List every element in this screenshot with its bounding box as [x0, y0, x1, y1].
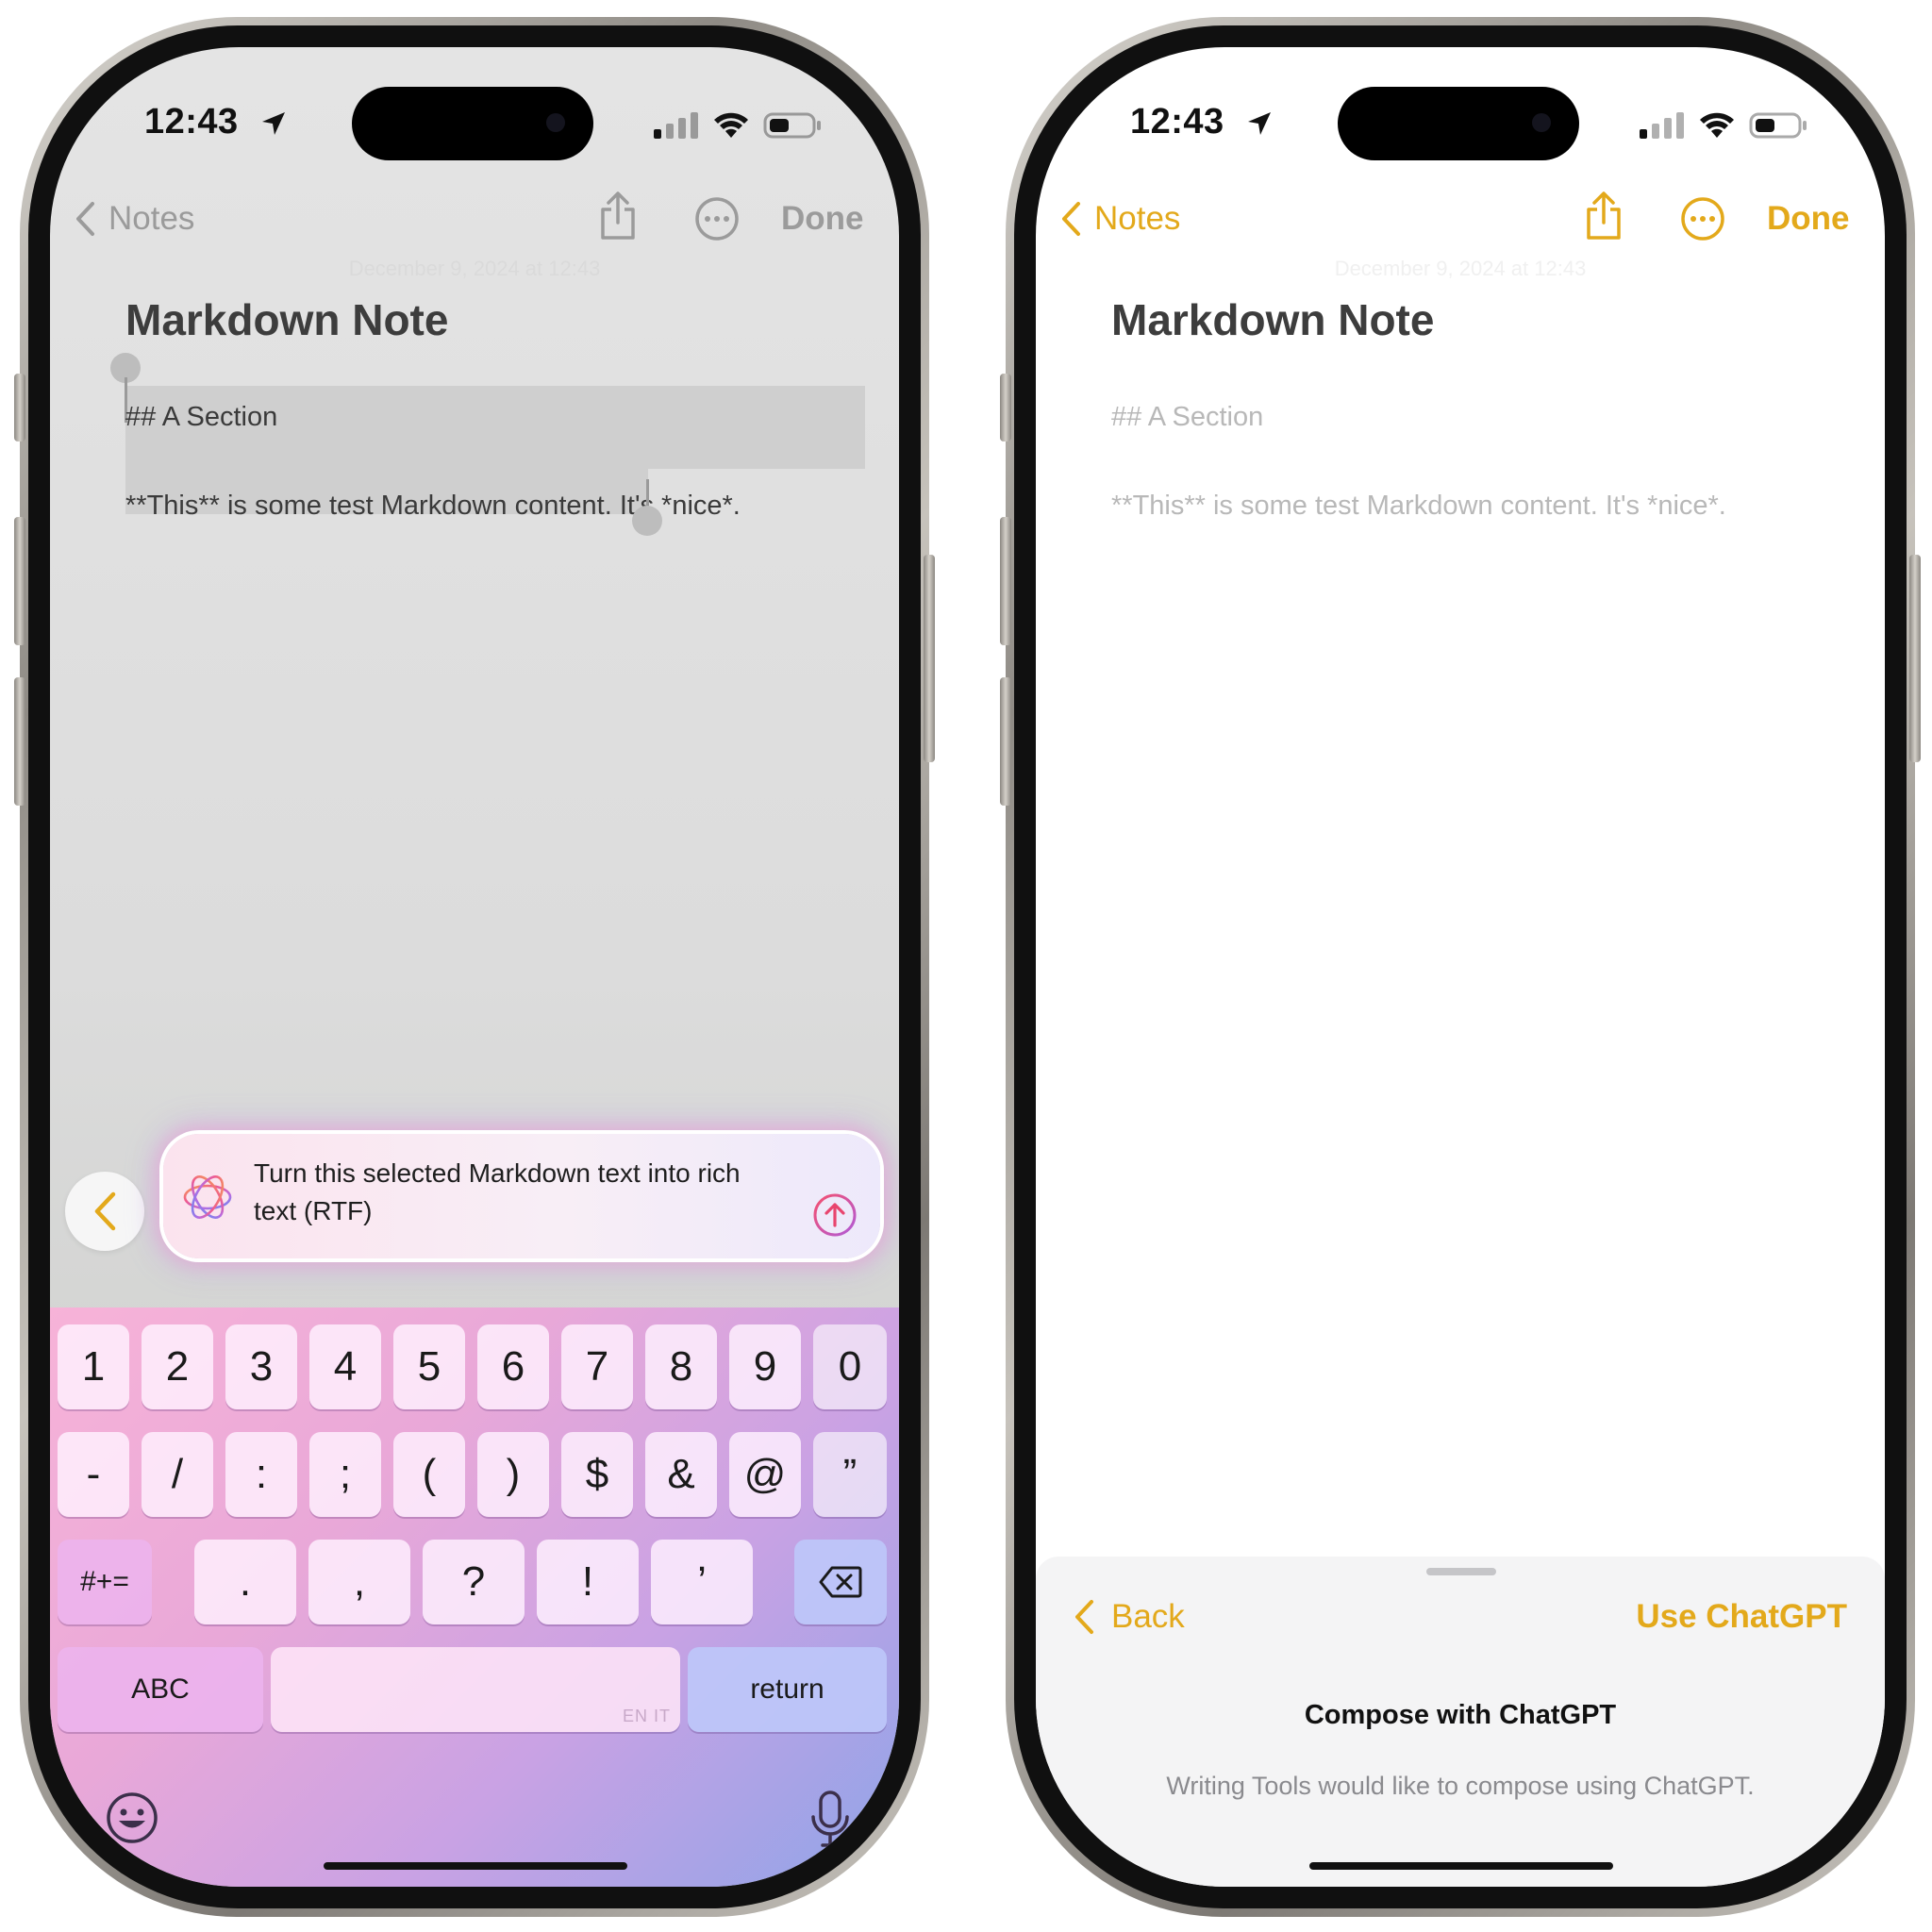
key-0[interactable]: 0 [813, 1324, 887, 1409]
volume-down-button [14, 677, 25, 806]
battery-icon [763, 112, 821, 139]
done-button[interactable]: Done [1767, 200, 1850, 238]
key-9[interactable]: 9 [729, 1324, 801, 1409]
wifi-icon [1700, 112, 1734, 138]
screen-right: 12:43 Notes Done December 9, 2024 at 12:… [1036, 47, 1885, 1887]
key-close-paren[interactable]: ) [477, 1432, 549, 1517]
cellular-signal-icon [1640, 112, 1684, 139]
return-key[interactable]: return [688, 1647, 887, 1732]
sheet-back-button[interactable]: Back [1074, 1598, 1185, 1636]
nav-bar: Notes Done [1036, 191, 1885, 257]
dynamic-island [352, 87, 593, 160]
sheet-subtitle: Writing Tools would like to compose usin… [1166, 1772, 1755, 1800]
phone-frame-right: 12:43 Notes Done December 9, 2024 at 12:… [1000, 17, 1921, 1917]
key-7[interactable]: 7 [561, 1324, 633, 1409]
send-arrow-up-icon[interactable] [812, 1192, 858, 1238]
back-label: Notes [108, 200, 195, 237]
note-date: December 9, 2024 at 12:43 [1334, 257, 1587, 280]
markdown-heading-line[interactable]: ## A Section [1111, 402, 1263, 433]
back-to-notes-button[interactable]: Notes [1060, 200, 1180, 238]
status-time: 12:43 [144, 102, 239, 142]
abc-key[interactable]: ABC [58, 1647, 263, 1732]
sheet-back-label: Back [1111, 1598, 1185, 1635]
wifi-icon [714, 112, 748, 138]
back-label: Notes [1094, 200, 1181, 237]
key-comma[interactable]: , [308, 1540, 410, 1624]
key-question[interactable]: ? [423, 1540, 525, 1624]
side-button [1909, 555, 1921, 762]
key-exclamation[interactable]: ! [537, 1540, 639, 1624]
key-period[interactable]: . [194, 1540, 296, 1624]
markdown-heading-line[interactable]: ## A Section [125, 402, 277, 433]
sheet-grabber[interactable] [1426, 1568, 1496, 1575]
key-4[interactable]: 4 [309, 1324, 381, 1409]
keyboard: 1 2 3 4 5 6 7 8 9 0 - / : ; ( ) $ & @ ” … [50, 1307, 899, 1887]
screen-left: 12:43 Notes Done December 9, 2024 at 12:… [50, 47, 899, 1887]
markdown-body-line[interactable]: **This** is some test Markdown content. … [1111, 491, 1726, 522]
battery-icon [1749, 112, 1807, 139]
status-icons [654, 111, 822, 140]
key-colon[interactable]: : [225, 1432, 297, 1517]
side-button [924, 555, 935, 762]
action-button [14, 374, 25, 441]
key-1[interactable]: 1 [58, 1324, 129, 1409]
key-slash[interactable]: / [142, 1432, 213, 1517]
writing-tools-prompt[interactable]: Turn this selected Markdown text into ri… [163, 1134, 880, 1258]
apple-intelligence-icon [183, 1175, 232, 1219]
volume-up-button [14, 517, 25, 645]
key-8[interactable]: 8 [645, 1324, 717, 1409]
delete-key[interactable] [794, 1540, 887, 1624]
action-button [1000, 374, 1011, 441]
volume-up-button [1000, 517, 1011, 645]
home-indicator[interactable] [324, 1862, 627, 1870]
key-at[interactable]: @ [729, 1432, 801, 1517]
prompt-text[interactable]: Turn this selected Markdown text into ri… [254, 1155, 782, 1230]
key-apostrophe[interactable]: ’ [651, 1540, 753, 1624]
cellular-signal-icon [654, 112, 698, 139]
chevron-left-icon [1062, 202, 1080, 236]
location-arrow-icon [1248, 112, 1271, 135]
location-arrow-icon [262, 112, 285, 135]
home-indicator[interactable] [1309, 1862, 1613, 1870]
chevron-left-icon [76, 202, 94, 236]
dictation-microphone-icon[interactable] [809, 1790, 851, 1849]
more-options-icon[interactable] [1680, 196, 1725, 242]
volume-down-button [1000, 677, 1011, 806]
more-options-icon[interactable] [694, 196, 740, 242]
keyboard-languages-label: EN IT [622, 1707, 671, 1725]
status-icons [1640, 111, 1807, 140]
emoji-icon[interactable] [105, 1790, 159, 1845]
phone-frame-left: 12:43 Notes Done December 9, 2024 at 12:… [14, 17, 935, 1917]
chevron-left-icon [94, 1191, 116, 1231]
note-title: Markdown Note [1111, 295, 1435, 344]
key-2[interactable]: 2 [142, 1324, 213, 1409]
note-title: Markdown Note [125, 295, 449, 344]
backspace-icon [819, 1566, 862, 1598]
share-icon[interactable] [597, 191, 639, 242]
selection-end-handle[interactable] [632, 506, 662, 536]
key-ampersand[interactable]: & [645, 1432, 717, 1517]
key-open-paren[interactable]: ( [393, 1432, 465, 1517]
note-date: December 9, 2024 at 12:43 [348, 257, 601, 280]
key-5[interactable]: 5 [393, 1324, 465, 1409]
use-chatgpt-button[interactable]: Use ChatGPT [1636, 1598, 1847, 1636]
symbols-key[interactable]: #+= [58, 1540, 152, 1624]
chatgpt-consent-sheet: Back Use ChatGPT Compose with ChatGPT Wr… [1036, 1557, 1885, 1887]
back-to-notes-button[interactable]: Notes [75, 200, 194, 238]
space-bar[interactable]: EN IT [271, 1647, 680, 1732]
nav-bar: Notes Done [50, 191, 899, 257]
done-button[interactable]: Done [781, 200, 864, 238]
key-3[interactable]: 3 [225, 1324, 297, 1409]
key-dollar[interactable]: $ [561, 1432, 633, 1517]
dynamic-island [1338, 87, 1579, 160]
key-semicolon[interactable]: ; [309, 1432, 381, 1517]
share-icon[interactable] [1583, 191, 1624, 242]
key-quote[interactable]: ” [813, 1432, 887, 1517]
status-time: 12:43 [1130, 102, 1224, 142]
chevron-left-icon [1075, 1600, 1093, 1634]
sheet-title: Compose with ChatGPT [1304, 1700, 1617, 1730]
key-hyphen[interactable]: - [58, 1432, 129, 1517]
writing-tools-back-button[interactable] [65, 1172, 144, 1251]
key-6[interactable]: 6 [477, 1324, 549, 1409]
